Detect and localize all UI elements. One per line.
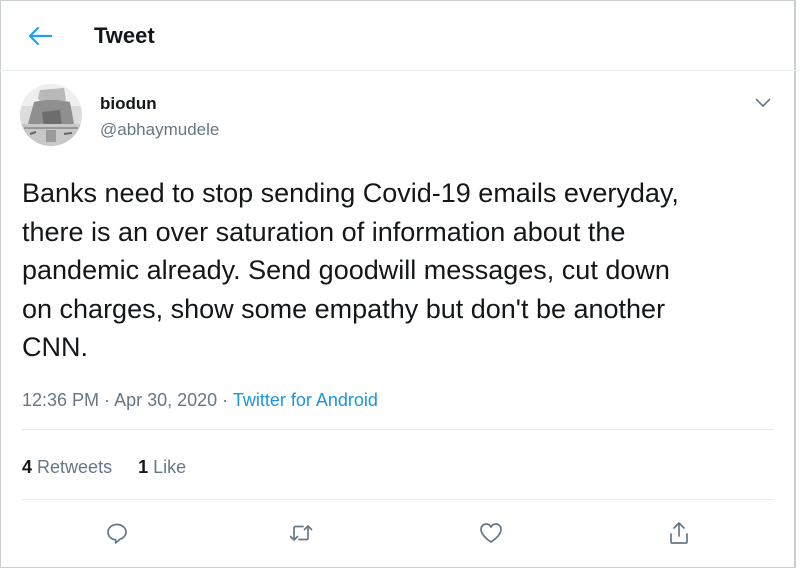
- tweet-meta: 12:36 PM · Apr 30, 2020 · Twitter for An…: [22, 390, 378, 411]
- retweets-stat[interactable]: 4 Retweets: [22, 457, 112, 477]
- likes-stat[interactable]: 1 Like: [138, 457, 186, 477]
- author-handle[interactable]: @abhaymudele: [100, 120, 219, 140]
- retweet-icon: [289, 525, 313, 541]
- tweet-date[interactable]: Apr 30, 2020: [114, 390, 217, 410]
- tweet-time[interactable]: 12:36 PM: [22, 390, 99, 410]
- tweet-menu-button[interactable]: [752, 92, 774, 114]
- divider: [22, 499, 774, 500]
- reply-icon: [107, 523, 127, 544]
- meta-separator: ·: [99, 390, 115, 410]
- likes-count: 1: [138, 457, 149, 477]
- tweet-text: Banks need to stop sending Covid-19 emai…: [22, 178, 679, 362]
- avatar[interactable]: [20, 84, 82, 146]
- profile-photo: [20, 84, 82, 146]
- retweet-button[interactable]: [286, 518, 316, 548]
- like-button[interactable]: [476, 518, 506, 548]
- tweet-source-link[interactable]: Twitter for Android: [233, 390, 378, 410]
- meta-separator: ·: [217, 390, 233, 410]
- heart-icon: [480, 523, 502, 543]
- reply-button[interactable]: [102, 518, 132, 548]
- share-button[interactable]: [664, 518, 694, 548]
- tweet-stats: 4 Retweets 1 Like: [22, 457, 186, 478]
- page-header: Tweet: [0, 0, 800, 71]
- divider: [22, 429, 774, 430]
- likes-label: Like: [153, 457, 187, 477]
- retweets-label: Retweets: [37, 457, 113, 477]
- author-name[interactable]: biodun: [100, 94, 157, 114]
- share-icon: [670, 522, 688, 544]
- retweets-count: 4: [22, 457, 33, 477]
- back-button[interactable]: [22, 22, 58, 50]
- chevron-down-icon: [755, 98, 771, 107]
- page-title: Tweet: [94, 23, 155, 48]
- arrow-left-icon: [28, 26, 53, 46]
